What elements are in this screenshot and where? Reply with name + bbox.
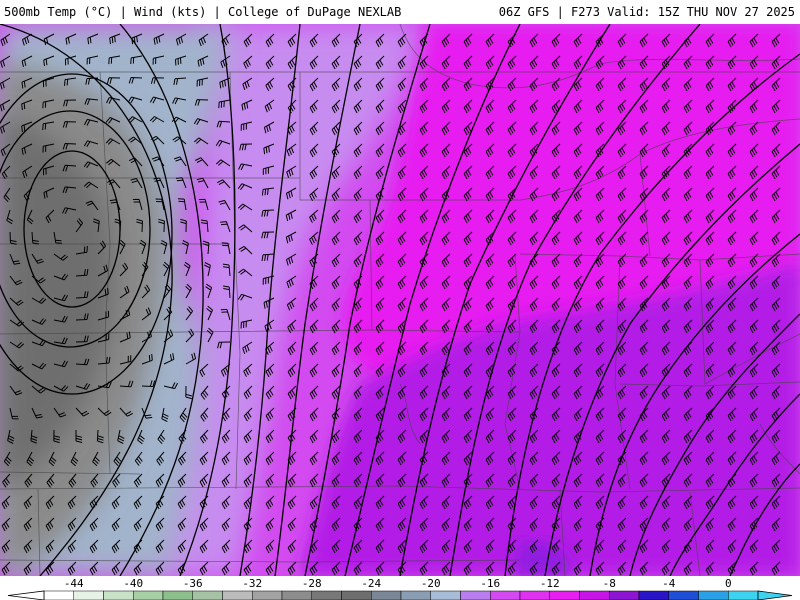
colorbar-tick-label: -16 [480, 577, 500, 590]
colorbar-swatch-17 [549, 590, 580, 600]
colorbar-swatch-11 [371, 590, 402, 600]
colorbar-swatch-7 [252, 590, 283, 600]
colorbar-swatch-13 [430, 590, 461, 600]
colorbar-swatch-2 [103, 590, 134, 600]
colorbar-swatch-20 [638, 590, 669, 600]
colorbar-swatch-22 [698, 590, 729, 600]
colorbar-swatch-6 [222, 590, 253, 600]
colorbar-swatch-1 [73, 590, 104, 600]
model-run-info: 06Z GFS | F273 Valid: 15Z THU NOV 27 202… [498, 5, 795, 19]
colorbar-swatch-23 [728, 590, 759, 600]
colorbar-tick-label: -4 [662, 577, 676, 590]
colorbar-ticks: -44 -40 -36 -32 -28 -24 -20 -16 -12 -8 -4 0 [64, 577, 732, 590]
colorbar-tick-label: -12 [540, 577, 560, 590]
map-title: 500mb Temp (°C) | Wind (kts) | College o… [4, 5, 402, 19]
colorbar-tick-label: -40 [123, 577, 143, 590]
colorbar-swatch-5 [192, 590, 223, 600]
colorbar-swatch-0 [43, 590, 74, 600]
colorbar-tick-label: -44 [64, 577, 84, 590]
colorbar-swatch-12 [400, 590, 431, 600]
colorbar-tick-label: 0 [725, 577, 732, 590]
colorbar-graphic: -44 -40 -36 -32 -28 -24 -20 -16 -12 -8 -4 0 [7, 577, 793, 600]
colorbar-swatch-8 [281, 590, 312, 600]
weather-map [0, 24, 800, 576]
colorbar-swatch-3 [133, 590, 164, 600]
colorbar-right-arrow [757, 590, 793, 600]
colorbar-tick-label: -32 [242, 577, 262, 590]
colorbar-tick-label: -36 [183, 577, 203, 590]
colorbar-swatch-19 [609, 590, 640, 600]
colorbar-swatch-10 [341, 590, 372, 600]
colorbar-tick-label: -28 [302, 577, 322, 590]
colorbar-swatch-14 [460, 590, 491, 600]
colorbar-swatch-21 [668, 590, 699, 600]
temperature-colorbar: -44 -40 -36 -32 -28 -24 -20 -16 -12 -8 -4 0 [0, 576, 800, 600]
colorbar-left-arrow [7, 590, 45, 600]
colorbar-swatch-15 [490, 590, 521, 600]
colorbar-swatch-4 [162, 590, 193, 600]
colorbar-swatch-18 [579, 590, 610, 600]
map-panel [0, 24, 800, 576]
map-header: 500mb Temp (°C) | Wind (kts) | College o… [0, 0, 800, 24]
colorbar-tick-label: -8 [603, 577, 616, 590]
colorbar-swatch-16 [519, 590, 550, 600]
colorbar-tick-label: -24 [361, 577, 381, 590]
colorbar-swatches [43, 590, 759, 600]
colorbar-tick-label: -20 [421, 577, 441, 590]
colorbar-swatch-9 [311, 590, 342, 600]
